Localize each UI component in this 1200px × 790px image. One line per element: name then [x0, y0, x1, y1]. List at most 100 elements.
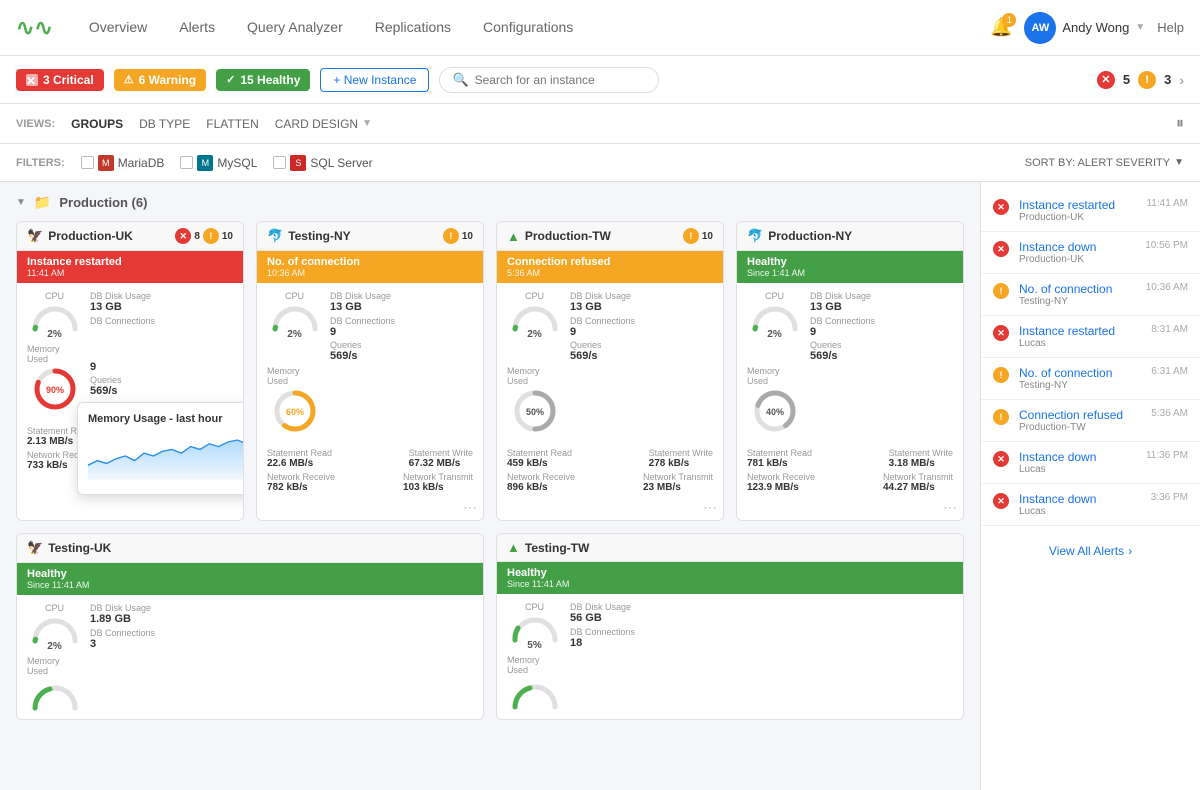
card-menu-button-production-ny[interactable]: ⋯ — [943, 499, 957, 516]
card-status-time: 11:41 AM — [27, 268, 233, 278]
nav-tab-configurations[interactable]: Configurations — [467, 1, 589, 55]
critical-count-icon: ✕ — [1097, 71, 1115, 89]
view-card-design[interactable]: CARD DESIGN ▼ — [275, 117, 372, 131]
alert-item-3[interactable]: ! No. of connection Testing-NY 10:36 AM — [981, 274, 1200, 316]
group-arrow-icon[interactable]: ▼ — [16, 197, 26, 208]
db-type-icon-production-tw: ▲ — [507, 229, 520, 244]
mysql-checkbox[interactable] — [180, 156, 193, 169]
warning-icon: ⚠ — [124, 73, 134, 86]
user-menu[interactable]: AW Andy Wong ▼ — [1024, 12, 1145, 44]
nav-tab-alerts[interactable]: Alerts — [163, 1, 231, 55]
alert-time-4: 8:31 AM — [1151, 324, 1188, 335]
alert-time-7: 11:36 PM — [1146, 450, 1188, 461]
bell-badge: 1 — [1002, 13, 1016, 27]
alert-item-1[interactable]: ✕ Instance restarted Production-UK 11:41… — [981, 190, 1200, 232]
healthy-badge[interactable]: ✓ 15 Healthy — [216, 69, 310, 91]
alert-item-8[interactable]: ✕ Instance down Lucas 3:36 PM — [981, 484, 1200, 526]
alert-item-4[interactable]: ✕ Instance restarted Lucas 8:31 AM — [981, 316, 1200, 358]
alert-time-6: 5:36 AM — [1151, 408, 1188, 419]
card-menu-button-production-tw[interactable]: ⋯ — [703, 499, 717, 516]
view-all-arrow-icon: › — [1128, 544, 1132, 558]
warning-badge[interactable]: ⚠ 6 Warning — [114, 69, 206, 91]
alert-title-4: Instance restarted — [1019, 324, 1143, 338]
card-header-testing-ny: 🐬 Testing-NY ! 10 — [257, 222, 483, 251]
critical-badge[interactable]: ✕ 3 Critical — [16, 69, 104, 91]
card-badges-production-uk: ✕ 8 ! 10 — [175, 228, 233, 244]
notification-bell[interactable]: 🔔 1 — [990, 17, 1012, 38]
memory-tooltip: Memory Usage - last hour — [77, 402, 244, 495]
alert-x-icon-7: ✕ — [993, 451, 1009, 467]
disk-testing-uk: 1.89 GB — [90, 613, 473, 625]
help-button[interactable]: Help — [1157, 20, 1184, 35]
toolbar: ✕ 3 Critical ⚠ 6 Warning ✓ 15 Healthy + … — [0, 56, 1200, 104]
alert-warn-icon-6: ! — [993, 409, 1009, 425]
group-name: Production (6) — [59, 195, 147, 210]
card-warning-count: 10 — [222, 231, 233, 242]
search-input[interactable] — [475, 73, 635, 87]
filter-mysql[interactable]: M MySQL — [180, 155, 257, 171]
card-warning-badge-production-tw: ! — [683, 228, 699, 244]
card-title-production-tw: ▲ Production-TW — [507, 229, 611, 244]
card-title-text-production-ny: Production-NY — [768, 229, 852, 243]
sort-by-button[interactable]: SORT BY: ALERT SEVERITY ▼ — [1025, 157, 1184, 169]
card-warning-badge-testing-ny: ! — [443, 228, 459, 244]
alert-item-5[interactable]: ! No. of connection Testing-NY 6:31 AM — [981, 358, 1200, 400]
card-status-text-testing-uk: Healthy — [27, 568, 473, 580]
alert-item-2[interactable]: ✕ Instance down Production-UK 10:56 PM — [981, 232, 1200, 274]
card-bottom-production-ny: Statement Read 781 kB/s Statement Write … — [737, 444, 963, 497]
pause-button[interactable]: ⏸ — [1176, 115, 1184, 133]
sqlserver-checkbox[interactable] — [273, 156, 286, 169]
alert-icon-8: ✕ — [993, 493, 1011, 509]
alert-item-6[interactable]: ! Connection refused Production-TW 5:36 … — [981, 400, 1200, 442]
new-instance-button[interactable]: + New Instance — [320, 68, 429, 92]
card-status-time-production-ny: Since 1:41 AM — [747, 268, 953, 278]
view-all-alerts-button[interactable]: View All Alerts › — [981, 534, 1200, 568]
card-status-bar-testing-tw: Healthy Since 11:41 AM — [497, 562, 963, 594]
conn-testing-uk: 3 — [90, 638, 473, 650]
card-title-text-testing-uk: Testing-UK — [48, 541, 111, 555]
card-menu-button-testing-ny[interactable]: ⋯ — [463, 499, 477, 516]
memory-label-production-uk: Memory Used — [27, 344, 82, 364]
filter-sqlserver[interactable]: S SQL Server — [273, 155, 372, 171]
card-testing-tw: ▲ Testing-TW Healthy Since 11:41 AM CPU — [496, 533, 964, 720]
alert-sub-2: Production-UK — [1019, 254, 1137, 265]
nav-tab-replications[interactable]: Replications — [359, 1, 467, 55]
alert-title-2: Instance down — [1019, 240, 1137, 254]
db-type-icon-testing-ny: 🐬 — [267, 228, 283, 244]
filter-mariadb[interactable]: M MariaDB — [81, 155, 165, 171]
memory-gauge-production-ny: 40% — [750, 386, 800, 436]
mariadb-checkbox[interactable] — [81, 156, 94, 169]
view-groups[interactable]: GROUPS — [71, 117, 123, 131]
view-db-type[interactable]: DB TYPE — [139, 117, 190, 131]
alert-icon-6: ! — [993, 409, 1011, 425]
disk-value-production-uk: 13 GB — [90, 301, 233, 313]
nav-tab-overview[interactable]: Overview — [73, 1, 163, 55]
alert-content-4: Instance restarted Lucas — [1019, 324, 1143, 349]
alert-content-5: No. of connection Testing-NY — [1019, 366, 1143, 391]
alert-title-1: Instance restarted — [1019, 198, 1138, 212]
db-type-icon-testing-uk: 🦅 — [27, 540, 43, 556]
filters-label: FILTERS: — [16, 157, 65, 169]
alert-time-5: 6:31 AM — [1151, 366, 1188, 377]
alert-x-icon-4: ✕ — [993, 325, 1009, 341]
sqlserver-label: SQL Server — [310, 156, 372, 170]
alert-time-2: 10:56 PM — [1145, 240, 1188, 251]
db-type-icon-testing-tw: ▲ — [507, 540, 520, 555]
card-metrics-production-tw: CPU 2% DB Disk Usage 13 GB DB Connection… — [497, 283, 723, 444]
alert-item-7[interactable]: ✕ Instance down Lucas 11:36 PM — [981, 442, 1200, 484]
search-box[interactable]: 🔍 — [439, 67, 659, 93]
nav-tab-query-analyzer[interactable]: Query Analyzer — [231, 1, 359, 55]
alert-x-icon: ✕ — [993, 199, 1009, 215]
alerts-chevron-icon[interactable]: › — [1179, 72, 1184, 88]
card-testing-uk: 🦅 Testing-UK Healthy Since 11:41 AM CPU — [16, 533, 484, 720]
card-status-text: Instance restarted — [27, 256, 233, 268]
conn-testing-ny: 9 — [330, 326, 473, 338]
stmt-write-testing-ny: 67.32 MB/s — [409, 458, 473, 469]
card-bottom-production-tw: Statement Read 459 kB/s Statement Write … — [497, 444, 723, 497]
view-flatten[interactable]: FLATTEN — [206, 117, 258, 131]
alert-sub-5: Testing-NY — [1019, 380, 1143, 391]
memory-gauge-production-uk: 90% — [30, 364, 80, 414]
alert-icon-7: ✕ — [993, 451, 1011, 467]
stmt-read-production-ny: 781 kB/s — [747, 458, 812, 469]
card-title-text: Production-UK — [48, 229, 133, 243]
